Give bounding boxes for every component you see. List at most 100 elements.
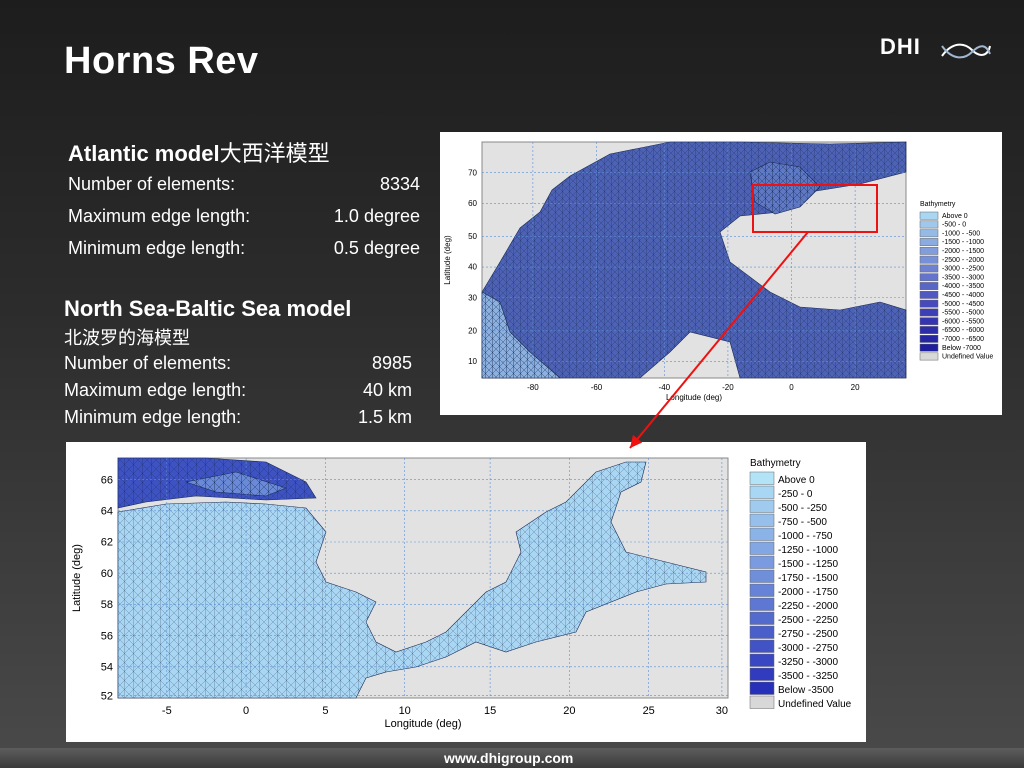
y-tick-label: 50 [468, 232, 477, 241]
legend-swatch [749, 639, 775, 653]
legend-swatch [919, 273, 939, 282]
northsea-heading-cn: 北波罗的海模型 [64, 328, 190, 348]
atlantic-stat-label: Number of elements: [68, 174, 236, 194]
atlantic-stat-value: 1.0 degree [333, 206, 420, 226]
y-tick-label: 30 [468, 293, 477, 302]
x-tick-label: 5 [322, 705, 328, 717]
legend-swatch [749, 611, 775, 625]
legend-swatch [749, 625, 775, 639]
legend-swatch [919, 282, 939, 290]
northsea-stat-value: 1.5 km [357, 407, 412, 427]
y-axis-label: Latitude (deg) [71, 544, 83, 612]
x-axis-label: Longitude (deg) [384, 718, 461, 730]
x-tick-label: -40 [659, 383, 671, 392]
legend-swatch [749, 597, 775, 611]
legend-swatch [919, 352, 939, 361]
y-tick-label: 40 [468, 263, 477, 272]
northsea-stats: Number of elements: 8985 Maximum edge leng… [64, 350, 412, 431]
northsea-stat-row: Minimum edge length: 1.5 km [64, 404, 412, 431]
x-tick-label: -60 [591, 383, 603, 392]
legend-label: Above 0 [942, 213, 968, 220]
legend-swatch [749, 499, 775, 513]
legend-swatch [749, 471, 775, 485]
legend-title: Bathymetry [750, 458, 801, 469]
legend-label: -250 - 0 [778, 489, 813, 500]
atlantic-stat-value: 8334 [379, 174, 420, 194]
legend-swatch [919, 238, 939, 246]
legend-swatch [919, 343, 939, 352]
northsea-model-info: North Sea-Baltic Sea model 北波罗的海模型 Numbe… [64, 296, 412, 431]
x-tick-label: 10 [399, 705, 411, 717]
legend-label: -2250 - -2000 [778, 601, 838, 612]
legend-label: -5000 - -4500 [942, 301, 984, 308]
legend-label: -5500 - -5000 [942, 310, 984, 317]
x-tick-label: -80 [527, 383, 539, 392]
legend-swatch [919, 290, 939, 299]
northsea-stat-row: Maximum edge length: 40 km [64, 377, 412, 404]
legend-label: -1000 - -500 [942, 230, 980, 237]
y-tick-label: 64 [101, 505, 113, 517]
y-tick-label: 58 [101, 599, 113, 611]
legend-swatch [919, 317, 939, 326]
legend-swatch [919, 299, 939, 308]
legend-swatch [749, 583, 775, 597]
legend-swatch [749, 653, 775, 667]
legend-swatch [919, 334, 939, 343]
legend-swatch [919, 220, 939, 229]
dhi-logo: DHI [880, 34, 992, 66]
legend-label: -2750 - -2500 [778, 629, 838, 640]
legend-swatch [919, 211, 939, 220]
y-tick-label: 66 [101, 474, 113, 486]
legend-label: -500 - 0 [942, 222, 966, 229]
legend-swatch [919, 229, 939, 238]
y-axis-label: Latitude (deg) [443, 235, 452, 285]
legend-label: Above 0 [778, 475, 815, 486]
x-tick-label: 0 [243, 705, 249, 717]
atlantic-stat-row: Maximum edge length: 1.0 degree [68, 200, 420, 232]
atlantic-heading-en: Atlantic model [68, 141, 220, 166]
legend-label: -3000 - -2750 [778, 643, 838, 654]
y-tick-label: 60 [468, 199, 477, 208]
legend-swatch [749, 695, 775, 709]
legend-label: -2500 - -2000 [942, 257, 984, 264]
legend-label: -2500 - -2250 [778, 615, 838, 626]
x-tick-label: 20 [851, 383, 860, 392]
x-tick-label: 25 [643, 705, 655, 717]
x-tick-label: 0 [789, 383, 794, 392]
legend-swatch [919, 264, 939, 273]
footer-url[interactable]: www.dhigroup.com [444, 750, 573, 766]
legend-label: -6500 - -6000 [942, 327, 984, 334]
legend-swatch [919, 255, 939, 264]
legend-label: Undefined Value [778, 699, 852, 710]
legend-swatch [919, 326, 939, 334]
legend-label: -1250 - -1000 [778, 545, 838, 556]
legend-label: Below -7000 [942, 345, 981, 352]
atlantic-stats: Number of elements: 8334 Maximum edge leng… [68, 168, 420, 264]
y-tick-label: 70 [468, 168, 477, 177]
northsea-stat-label: Number of elements: [64, 353, 232, 373]
legend-swatch [749, 541, 775, 555]
legend-label: -3500 - -3250 [778, 671, 838, 682]
y-tick-label: 62 [101, 537, 113, 549]
legend-label: -7000 - -6500 [942, 336, 984, 343]
legend-swatch [749, 485, 775, 499]
atlantic-heading: Atlantic model大西洋模型 [68, 136, 420, 168]
legend-label: -3500 - -3000 [942, 274, 984, 281]
northsea-heading: North Sea-Baltic Sea model [64, 296, 352, 321]
legend-label: -2000 - -1750 [778, 587, 838, 598]
legend-swatch [749, 667, 775, 681]
legend-label: -1750 - -1500 [778, 573, 838, 584]
atlantic-stat-label: Maximum edge length: [68, 206, 251, 226]
northsea-stat-value: 8985 [371, 353, 412, 373]
legend-swatch [749, 569, 775, 583]
slide-title: Horns Rev [64, 40, 259, 82]
legend-label: -3000 - -2500 [942, 266, 984, 273]
y-tick-label: 56 [101, 630, 113, 642]
legend-swatch [919, 308, 939, 317]
legend-label: -1500 - -1250 [778, 559, 838, 570]
y-tick-label: 20 [468, 326, 477, 335]
northsea-map-svg: -5 0 5 10 15 20 25 30 52 54 56 58 60 62 64 66 Longitude … [71, 457, 852, 730]
legend-label: Below -3500 [778, 685, 834, 696]
legend-swatch [749, 527, 775, 541]
atlantic-stat-row: Minimum edge length: 0.5 degree [68, 232, 420, 264]
